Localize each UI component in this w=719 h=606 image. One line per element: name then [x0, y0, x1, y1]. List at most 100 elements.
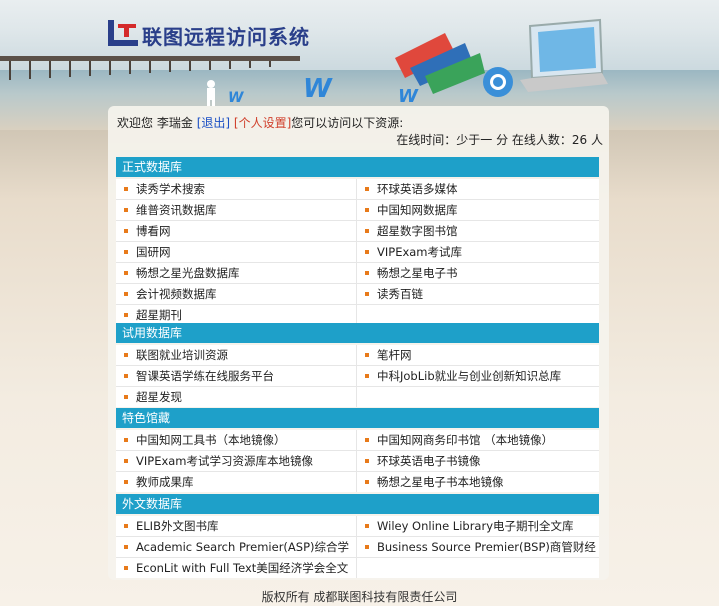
bullet-icon	[124, 458, 128, 463]
resource-link[interactable]: 笔杆网	[357, 345, 598, 365]
bullet-icon	[365, 270, 369, 275]
resource-link[interactable]: 畅想之星电子书	[357, 263, 598, 283]
bullet-icon	[124, 186, 128, 191]
resource-link[interactable]: VIPExam考试学习资源库本地镜像	[116, 451, 357, 471]
decorative-w-letter: W	[303, 74, 332, 104]
bullet-icon	[124, 228, 128, 233]
section-grid-trial: 联图就业培训资源 笔杆网 智课英语学练在线服务平台 中科JobLib就业与创业创…	[116, 345, 599, 407]
resource-link[interactable]: 环球英语多媒体	[357, 179, 598, 199]
bullet-icon	[124, 270, 128, 275]
bullet-icon	[124, 394, 128, 399]
resource-link[interactable]: EconLit with Full Text美国经济学会全文	[116, 558, 357, 578]
bullet-icon	[365, 373, 369, 378]
bullet-icon	[365, 544, 369, 549]
figure-illustration	[207, 80, 215, 106]
bullet-icon	[365, 249, 369, 254]
table-row: Academic Search Premier(ASP)综合学 Business…	[116, 537, 599, 558]
table-row: 畅想之星光盘数据库 畅想之星电子书	[116, 263, 599, 284]
section-grid-formal: 读秀学术搜索 环球英语多媒体 维普资讯数据库 中国知网数据库 博看网 超星数字图…	[116, 179, 599, 325]
bullet-icon	[365, 207, 369, 212]
online-status: 在线时间：少于一 分 在线人数：26 人	[396, 133, 603, 147]
resource-link[interactable]: 中国知网商务印书馆 （本地镜像）	[357, 430, 598, 450]
bullet-icon	[124, 565, 128, 570]
empty-cell	[357, 558, 598, 578]
resource-link[interactable]: VIPExam考试库	[357, 242, 598, 262]
resource-link[interactable]: 畅想之星光盘数据库	[116, 263, 357, 283]
bullet-icon	[124, 523, 128, 528]
bullet-icon	[365, 186, 369, 191]
resource-link[interactable]: 中国知网数据库	[357, 200, 598, 220]
globe-e-icon	[483, 67, 513, 97]
bullet-icon	[365, 479, 369, 484]
footer-copyright: 版权所有 成都联图科技有限责任公司	[261, 590, 458, 604]
table-row: 国研网 VIPExam考试库	[116, 242, 599, 263]
bullet-icon	[365, 437, 369, 442]
resource-link[interactable]: 联图就业培训资源	[116, 345, 357, 365]
table-row: 智课英语学练在线服务平台 中科JobLib就业与创业创新知识总库	[116, 366, 599, 387]
bullet-icon	[124, 373, 128, 378]
settings-link[interactable]: [个人设置]	[234, 116, 291, 130]
bullet-icon	[365, 352, 369, 357]
resource-link[interactable]: Academic Search Premier(ASP)综合学	[116, 537, 357, 557]
resource-link[interactable]: 超星数字图书馆	[357, 221, 598, 241]
table-row: 超星期刊	[116, 305, 599, 325]
table-row: 维普资讯数据库 中国知网数据库	[116, 200, 599, 221]
resource-link[interactable]: 环球英语电子书镜像	[357, 451, 598, 471]
section-grid-foreign: ELIB外文图书库 Wiley Online Library电子期刊全文库 Ac…	[116, 516, 599, 578]
welcome-suffix: 您可以访问以下资源:	[291, 116, 404, 130]
resource-link[interactable]: 中科JobLib就业与创业创新知识总库	[357, 366, 598, 386]
resource-link[interactable]: 超星期刊	[116, 305, 357, 325]
bullet-icon	[365, 523, 369, 528]
bullet-icon	[365, 228, 369, 233]
pier-illustration	[0, 56, 300, 80]
resource-link[interactable]: 超星发现	[116, 387, 357, 407]
empty-cell	[357, 305, 598, 325]
empty-cell	[357, 387, 598, 407]
section-header-trial: 试用数据库	[116, 323, 599, 343]
section-grid-special: 中国知网工具书（本地镜像） 中国知网商务印书馆 （本地镜像） VIPExam考试…	[116, 430, 599, 492]
table-row: 博看网 超星数字图书馆	[116, 221, 599, 242]
section-header-foreign: 外文数据库	[116, 494, 599, 514]
bullet-icon	[365, 458, 369, 463]
user-name: 李瑞金	[156, 116, 193, 130]
resource-link[interactable]: ELIB外文图书库	[116, 516, 357, 536]
resource-link[interactable]: 读秀百链	[357, 284, 598, 304]
lt-logo-icon	[108, 20, 138, 46]
resource-link[interactable]: 维普资讯数据库	[116, 200, 357, 220]
logout-link[interactable]: [退出]	[197, 116, 230, 130]
bullet-icon	[124, 312, 128, 317]
table-row: ELIB外文图书库 Wiley Online Library电子期刊全文库	[116, 516, 599, 537]
bullet-icon	[124, 352, 128, 357]
welcome-prefix: 欢迎您	[117, 116, 154, 130]
page-title: 联图远程访问系统	[142, 25, 310, 49]
bullet-icon	[124, 479, 128, 484]
bullet-icon	[124, 249, 128, 254]
bullet-icon	[124, 207, 128, 212]
table-row: 教师成果库 畅想之星电子书本地镜像	[116, 472, 599, 492]
bullet-icon	[124, 544, 128, 549]
resource-link[interactable]: 智课英语学练在线服务平台	[116, 366, 357, 386]
bullet-icon	[124, 291, 128, 296]
table-row: VIPExam考试学习资源库本地镜像 环球英语电子书镜像	[116, 451, 599, 472]
resource-link[interactable]: 教师成果库	[116, 472, 357, 492]
resource-link[interactable]: 畅想之星电子书本地镜像	[357, 472, 598, 492]
resource-link[interactable]: 中国知网工具书（本地镜像）	[116, 430, 357, 450]
table-row: EconLit with Full Text美国经济学会全文	[116, 558, 599, 578]
table-row: 中国知网工具书（本地镜像） 中国知网商务印书馆 （本地镜像）	[116, 430, 599, 451]
resource-link[interactable]: 博看网	[116, 221, 357, 241]
bullet-icon	[124, 437, 128, 442]
decorative-w-letter-small: W	[398, 86, 418, 107]
welcome-line: 欢迎您 李瑞金 [退出] [个人设置]您可以访问以下资源:	[117, 114, 403, 131]
table-row: 会计视频数据库 读秀百链	[116, 284, 599, 305]
table-row: 联图就业培训资源 笔杆网	[116, 345, 599, 366]
resource-link[interactable]: 国研网	[116, 242, 357, 262]
resource-link[interactable]: Business Source Premier(BSP)商管财经	[357, 537, 598, 557]
resource-link[interactable]: 会计视频数据库	[116, 284, 357, 304]
resource-link[interactable]: Wiley Online Library电子期刊全文库	[357, 516, 598, 536]
laptop-illustration	[520, 18, 608, 92]
table-row: 读秀学术搜索 环球英语多媒体	[116, 179, 599, 200]
section-header-formal: 正式数据库	[116, 157, 599, 177]
bullet-icon	[365, 291, 369, 296]
table-row: 超星发现	[116, 387, 599, 407]
resource-link[interactable]: 读秀学术搜索	[116, 179, 357, 199]
